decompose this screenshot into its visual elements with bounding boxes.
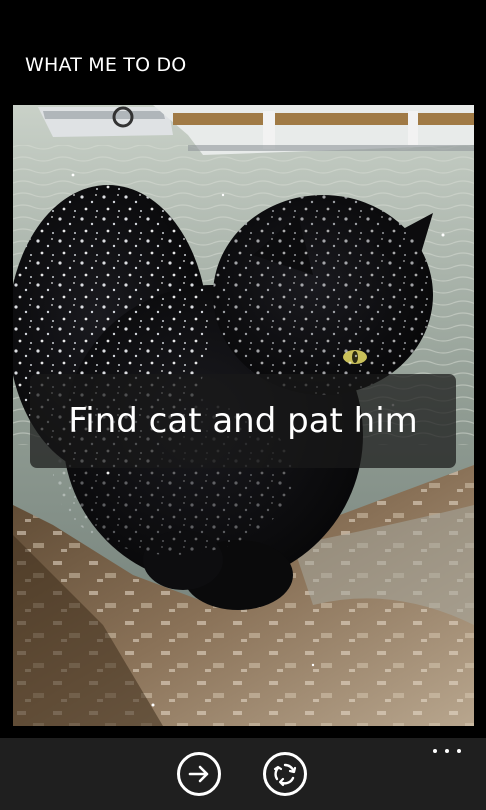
arrow-right-icon (188, 765, 209, 783)
refresh-icon (273, 763, 297, 787)
more-dots-icon[interactable] (433, 746, 461, 756)
caption-box: Find cat and pat him (30, 374, 456, 468)
screen: WHAT ME TO DO Find cat and pat him (0, 0, 486, 810)
application-bar (0, 738, 486, 810)
dot (445, 749, 449, 753)
dot (457, 749, 461, 753)
task-caption: Find cat and pat him (68, 401, 418, 441)
next-button[interactable] (177, 752, 221, 796)
task-photo: Find cat and pat him (13, 105, 474, 726)
dot (433, 749, 437, 753)
page-title: WHAT ME TO DO (25, 54, 187, 76)
refresh-button[interactable] (263, 752, 307, 796)
